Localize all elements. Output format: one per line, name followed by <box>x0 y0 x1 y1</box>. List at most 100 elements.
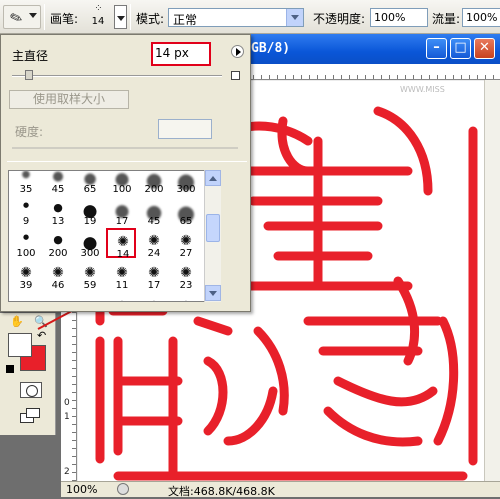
tools-panel: ✋ 🔍 ↶ <box>0 313 56 435</box>
separator <box>44 4 45 30</box>
separator <box>130 4 131 30</box>
brush-preset[interactable]: · <box>171 293 201 301</box>
brush-tip-icon: ● <box>21 170 31 180</box>
brush-preset[interactable]: ● 200 <box>43 229 73 259</box>
brush-size-label: 24 <box>147 248 161 259</box>
brush-picker-popup: 主直径 14 px 使用取样大小 硬度: ● 35 ● 45 ● 65 ● 100 ● 200 ● 3… <box>0 34 251 312</box>
brush-preset[interactable]: · <box>139 293 169 301</box>
brush-preset[interactable]: ● 65 <box>171 197 201 227</box>
separator <box>7 161 247 162</box>
ruler-number: 2 <box>64 467 70 477</box>
flow-label: 流量: <box>432 12 461 26</box>
brush-preset[interactable]: ✹ <box>43 293 73 301</box>
brush-preset[interactable]: ● 17 <box>107 197 137 227</box>
document-title: GB/8) <box>251 41 291 56</box>
brush-size-label: 65 <box>179 216 193 227</box>
swap-colors-icon[interactable]: ↶ <box>37 329 46 342</box>
brush-tip-icon: ✺ <box>148 265 160 281</box>
chevron-down-icon <box>117 16 125 21</box>
brush-size-label: 27 <box>179 248 193 259</box>
brush-preset[interactable]: ✺ 11 <box>107 261 137 291</box>
brush-grid-scrollbar[interactable] <box>204 170 221 302</box>
brush-tip-icon: ✺ <box>180 233 192 249</box>
brush-preset[interactable]: ✺ 24 <box>139 229 169 259</box>
foreground-color-swatch[interactable] <box>8 333 32 357</box>
brush-preset[interactable]: ● 100 <box>11 229 41 259</box>
brush-tip-icon: ● <box>22 233 30 241</box>
diameter-slider-thumb[interactable] <box>25 70 33 80</box>
minimize-icon: – <box>433 40 440 55</box>
ruler-number: 0 <box>64 398 70 408</box>
use-sample-size-button[interactable]: 使用取样大小 <box>9 90 129 109</box>
brush-preset[interactable]: ● 45 <box>43 170 73 195</box>
brush-preset[interactable]: ● 45 <box>139 197 169 227</box>
brush-preset[interactable]: ● 19 <box>75 197 105 227</box>
tool-preset-picker[interactable]: ✎ <box>3 5 41 29</box>
brush-preset[interactable]: ● 13 <box>43 197 73 227</box>
vertical-scrollbar[interactable] <box>484 80 500 481</box>
hardness-field[interactable] <box>158 119 212 139</box>
brush-tip-icon: · <box>171 297 201 301</box>
master-diameter-field[interactable]: 14 px <box>151 42 211 66</box>
brush-tip-icon: · <box>139 297 169 301</box>
opacity-field[interactable]: 100% <box>370 8 428 27</box>
brush-size-label: 100 <box>112 184 132 195</box>
zoom-level[interactable]: 100% <box>66 483 97 496</box>
options-bar: ✎ 画笔: ⁘ 14 模式: 正常 不透明度: 100% 流量: 100% <box>0 0 500 34</box>
scroll-down-button[interactable] <box>205 285 221 301</box>
brush-preset[interactable]: ✹ <box>11 293 41 301</box>
flow-field[interactable]: 100% <box>462 8 500 27</box>
close-button[interactable]: ✕ <box>474 38 495 59</box>
brush-preset[interactable]: ● 9 <box>11 197 41 227</box>
brush-tip-icon: ✺ <box>180 265 192 281</box>
brush-preset[interactable]: ✺ 46 <box>43 261 73 291</box>
brush-tip-icon: ⁘ <box>94 3 102 14</box>
maximize-button[interactable]: □ <box>450 38 471 59</box>
brush-preset[interactable]: ✺ 17 <box>139 261 169 291</box>
brush-preset[interactable]: ✺ 23 <box>171 261 201 291</box>
reset-icon[interactable] <box>231 71 240 80</box>
brush-preset[interactable]: ● 300 <box>75 229 105 259</box>
diameter-slider[interactable] <box>12 75 222 77</box>
brush-size-label: 39 <box>19 280 33 291</box>
brush-menu-button[interactable] <box>231 45 244 58</box>
brush-preset[interactable]: ✹ <box>75 293 105 301</box>
ruler-number: 1 <box>64 412 70 422</box>
mode-select[interactable]: 正常 <box>168 8 304 27</box>
brush-preset[interactable]: ✺ 14 <box>106 228 136 260</box>
brush-preset[interactable]: ● 300 <box>171 171 201 195</box>
brush-preset[interactable]: ✺ 39 <box>11 261 41 291</box>
brush-preset[interactable]: ● 65 <box>75 171 105 195</box>
brush-tip-icon: ✺ <box>52 265 64 281</box>
brush-dropdown-button[interactable] <box>114 5 127 29</box>
status-menu-icon[interactable] <box>117 483 129 495</box>
minimize-button[interactable]: – <box>426 38 447 59</box>
brush-tip-icon: ● <box>53 233 63 246</box>
brush-size-label: 11 <box>115 280 129 291</box>
opacity-label: 不透明度: <box>313 12 366 26</box>
brush-tip-icon: ● <box>52 170 64 184</box>
screen-mode-icon[interactable] <box>18 407 44 425</box>
quick-mask-icon[interactable] <box>20 382 42 398</box>
brush-preset[interactable]: ● 200 <box>139 171 169 195</box>
brush-size-label: 13 <box>51 216 65 227</box>
brush-size-label: 45 <box>51 184 65 195</box>
brush-preview[interactable]: ⁘ 14 <box>84 2 112 32</box>
brush-tip-icon: ✹ <box>11 299 41 301</box>
brush-size-label: 14 <box>116 249 130 260</box>
brush-preset[interactable]: ✺ 27 <box>171 229 201 259</box>
brush-tip-icon: ✹ <box>43 299 73 301</box>
brush-preset[interactable]: · <box>107 293 137 301</box>
brush-icon: ✎ <box>7 7 26 29</box>
brush-size-label: 65 <box>83 184 97 195</box>
scroll-thumb[interactable] <box>206 214 220 242</box>
brush-preset[interactable]: ● 35 <box>11 170 41 195</box>
brush-size-label: 59 <box>83 280 97 291</box>
scroll-up-button[interactable] <box>205 170 221 186</box>
default-colors-icon[interactable] <box>6 365 14 373</box>
hardness-slider[interactable] <box>12 147 238 149</box>
brush-size-label: 17 <box>147 280 161 291</box>
brush-preset[interactable]: ✺ 59 <box>75 261 105 291</box>
hand-tool-icon[interactable]: ✋ <box>10 315 24 328</box>
brush-preset[interactable]: ● 100 <box>107 171 137 195</box>
